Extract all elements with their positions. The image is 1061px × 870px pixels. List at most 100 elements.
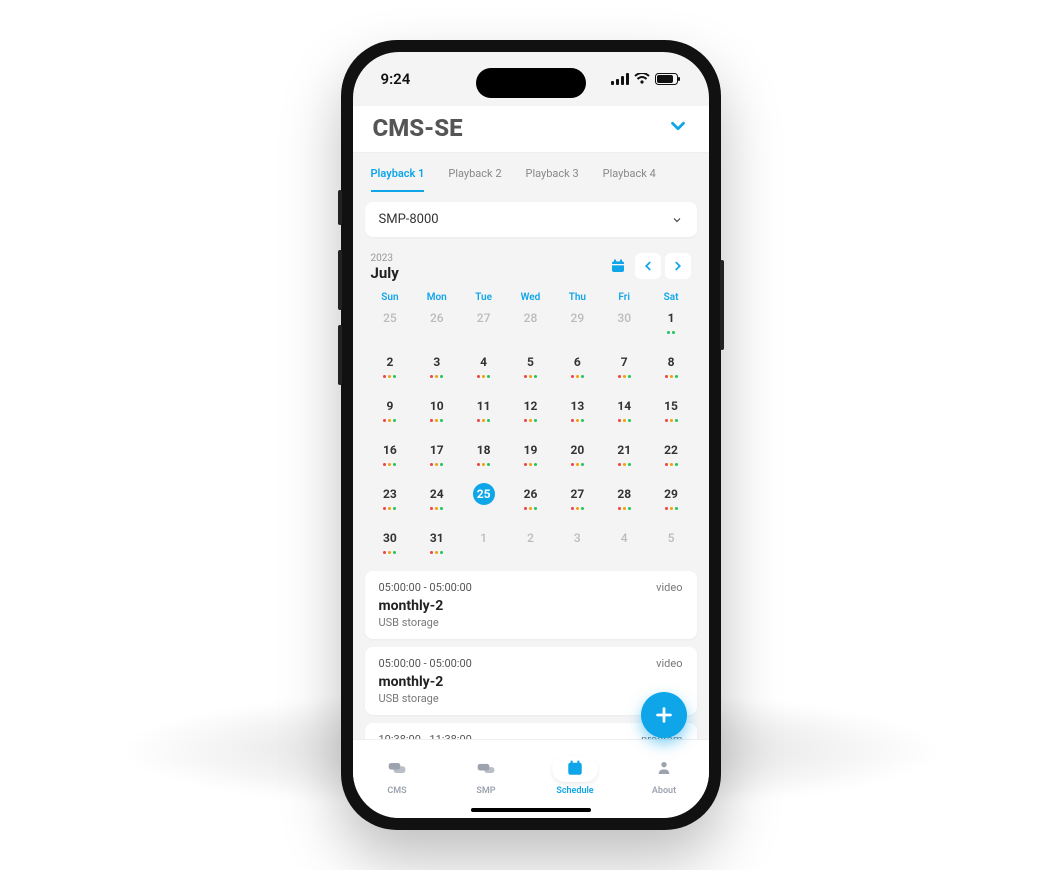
calendar-day[interactable]: 19 bbox=[507, 437, 554, 475]
nav-label: About bbox=[652, 786, 676, 796]
calendar-day[interactable]: 20 bbox=[554, 437, 601, 475]
calendar-day[interactable]: 30 bbox=[367, 525, 414, 563]
event-time: 05:00:00 - 05:00:00 bbox=[379, 581, 472, 594]
calendar-day[interactable]: 18 bbox=[460, 437, 507, 475]
calendar-day[interactable]: 2 bbox=[367, 349, 414, 387]
event-dots bbox=[554, 507, 601, 511]
calendar-day[interactable]: 22 bbox=[648, 437, 695, 475]
event-dots bbox=[648, 463, 695, 467]
day-number: 24 bbox=[426, 483, 448, 505]
day-number: 14 bbox=[613, 395, 635, 417]
calendar-day[interactable]: 14 bbox=[601, 393, 648, 431]
calendar-day[interactable]: 11 bbox=[460, 393, 507, 431]
calendar-day[interactable]: 5 bbox=[507, 349, 554, 387]
tab-playback-4[interactable]: Playback 4 bbox=[603, 153, 656, 192]
event-dots bbox=[367, 551, 414, 555]
nav-label: SMP bbox=[476, 786, 495, 796]
nav-about[interactable]: About bbox=[641, 756, 687, 796]
event-dots bbox=[601, 507, 648, 511]
day-number: 2 bbox=[379, 351, 401, 373]
weekday-label: Wed bbox=[507, 292, 554, 303]
calendar-day[interactable]: 9 bbox=[367, 393, 414, 431]
tab-playback-3[interactable]: Playback 3 bbox=[526, 153, 579, 192]
chevron-down-icon bbox=[671, 214, 683, 226]
cms-icon bbox=[387, 761, 407, 778]
event-time: 05:00:00 - 05:00:00 bbox=[379, 657, 472, 670]
calendar-day[interactable]: 4 bbox=[460, 349, 507, 387]
calendar-day[interactable]: 23 bbox=[367, 481, 414, 519]
calendar-prev-button[interactable] bbox=[635, 253, 661, 279]
event-dots bbox=[460, 419, 507, 423]
event-dots bbox=[554, 375, 601, 379]
day-number: 16 bbox=[379, 439, 401, 461]
nav-schedule[interactable]: Schedule bbox=[552, 756, 598, 796]
calendar-day[interactable]: 24 bbox=[413, 481, 460, 519]
calendar-day[interactable]: 10 bbox=[413, 393, 460, 431]
event-dots bbox=[460, 551, 507, 555]
calendar-day: 30 bbox=[601, 305, 648, 343]
day-number: 30 bbox=[613, 307, 635, 329]
calendar-day[interactable]: 29 bbox=[648, 481, 695, 519]
header-dropdown-button[interactable] bbox=[667, 115, 689, 141]
device-select[interactable]: SMP-8000 bbox=[365, 202, 697, 237]
about-icon bbox=[656, 759, 672, 780]
calendar-day[interactable]: 7 bbox=[601, 349, 648, 387]
calendar-day[interactable]: 6 bbox=[554, 349, 601, 387]
day-number: 6 bbox=[566, 351, 588, 373]
calendar-day[interactable]: 13 bbox=[554, 393, 601, 431]
calendar-day[interactable]: 17 bbox=[413, 437, 460, 475]
chevron-right-icon bbox=[671, 259, 685, 273]
day-number: 26 bbox=[426, 307, 448, 329]
event-dots bbox=[507, 419, 554, 423]
calendar-day: 27 bbox=[460, 305, 507, 343]
calendar-day[interactable]: 27 bbox=[554, 481, 601, 519]
day-number: 4 bbox=[473, 351, 495, 373]
day-number: 5 bbox=[660, 527, 682, 549]
calendar-next-button[interactable] bbox=[665, 253, 691, 279]
home-indicator bbox=[471, 808, 591, 812]
calendar-day: 1 bbox=[460, 525, 507, 563]
calendar-day[interactable]: 16 bbox=[367, 437, 414, 475]
event-title: monthly-2 bbox=[379, 674, 683, 690]
chevron-down-icon bbox=[667, 115, 689, 137]
calendar-day[interactable]: 1 bbox=[648, 305, 695, 343]
status-time: 9:24 bbox=[381, 70, 411, 88]
day-number: 11 bbox=[473, 395, 495, 417]
calendar-day[interactable]: 28 bbox=[601, 481, 648, 519]
calendar-day[interactable]: 26 bbox=[507, 481, 554, 519]
event-type: video bbox=[656, 657, 682, 670]
event-dots bbox=[413, 419, 460, 423]
calendar-day[interactable]: 25 bbox=[460, 481, 507, 519]
day-number: 12 bbox=[519, 395, 541, 417]
day-number: 20 bbox=[566, 439, 588, 461]
calendar-day[interactable]: 21 bbox=[601, 437, 648, 475]
event-dots bbox=[460, 331, 507, 335]
tab-playback-2[interactable]: Playback 2 bbox=[448, 153, 501, 192]
event-card[interactable]: 05:00:00 - 05:00:00videomonthly-2USB sto… bbox=[365, 571, 697, 639]
calendar-grid: 2526272829301234567891011121314151617181… bbox=[353, 305, 709, 571]
plus-icon bbox=[653, 704, 675, 726]
calendar-day[interactable]: 31 bbox=[413, 525, 460, 563]
event-dots bbox=[554, 551, 601, 555]
calendar-day: 4 bbox=[601, 525, 648, 563]
day-number: 23 bbox=[379, 483, 401, 505]
calendar-day[interactable]: 8 bbox=[648, 349, 695, 387]
day-number: 25 bbox=[379, 307, 401, 329]
weekday-label: Mon bbox=[413, 292, 460, 303]
calendar-today-button[interactable] bbox=[605, 253, 631, 279]
day-number: 19 bbox=[519, 439, 541, 461]
nav-cms[interactable]: CMS bbox=[374, 756, 420, 796]
event-subtitle: USB storage bbox=[379, 616, 683, 629]
event-dots bbox=[554, 419, 601, 423]
tab-playback-1[interactable]: Playback 1 bbox=[371, 153, 425, 192]
day-number: 5 bbox=[519, 351, 541, 373]
calendar-day[interactable]: 3 bbox=[413, 349, 460, 387]
weekday-label: Fri bbox=[601, 292, 648, 303]
nav-smp[interactable]: SMP bbox=[463, 756, 509, 796]
status-icons bbox=[611, 73, 681, 85]
day-number: 26 bbox=[519, 483, 541, 505]
event-dots bbox=[648, 375, 695, 379]
calendar-day[interactable]: 12 bbox=[507, 393, 554, 431]
add-event-button[interactable] bbox=[641, 692, 687, 738]
calendar-day[interactable]: 15 bbox=[648, 393, 695, 431]
